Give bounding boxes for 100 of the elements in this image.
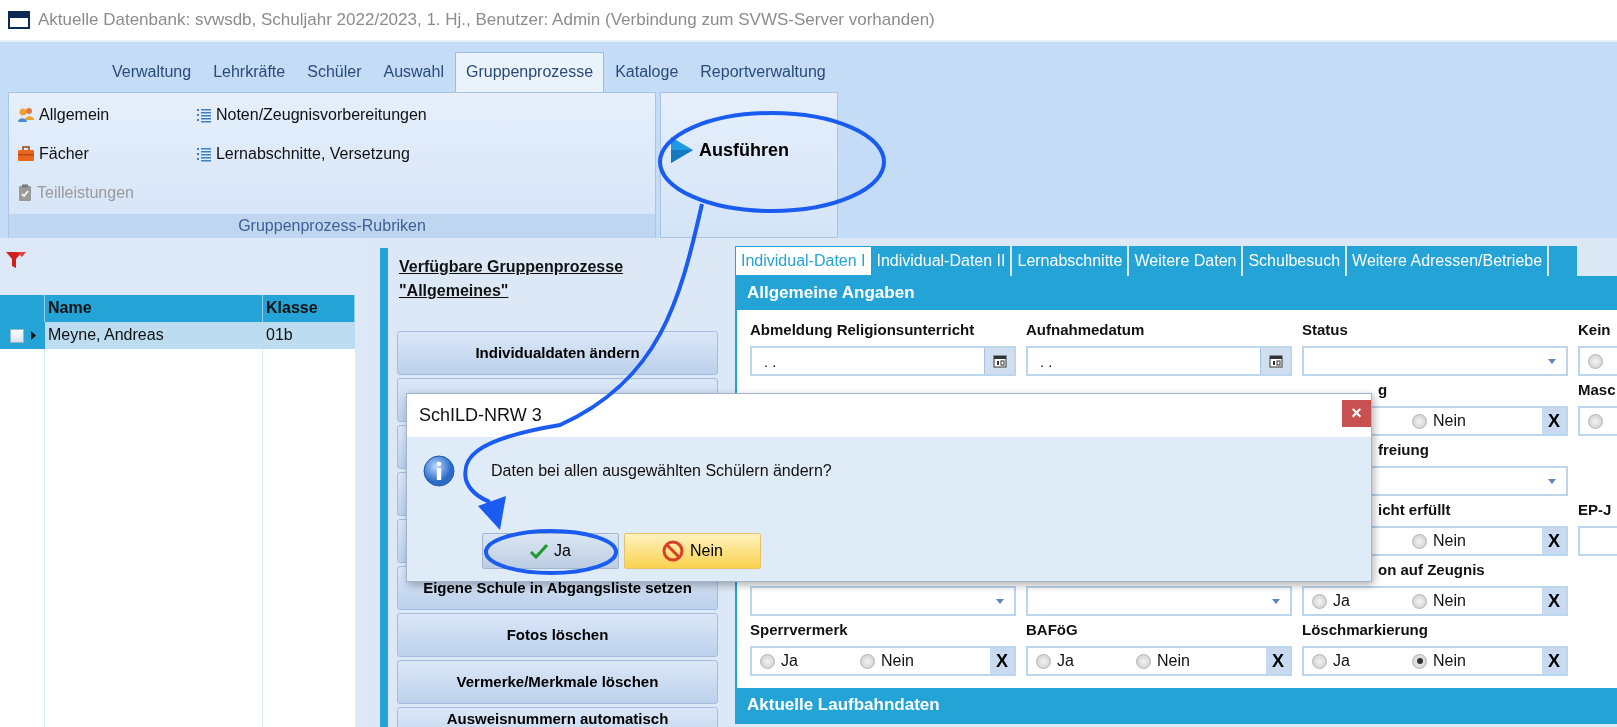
process-button[interactable]: Ausweisnummern automatisch <box>397 707 718 727</box>
column-header[interactable]: Name <box>45 295 263 322</box>
ribbon-tab[interactable]: Gruppenprozesse <box>454 52 605 92</box>
dropdown-field[interactable] <box>1026 586 1292 616</box>
date-field[interactable]: . . <box>750 346 1016 376</box>
column-header <box>0 295 45 322</box>
ribbon-item[interactable]: Noten/Zeugnisvorbereitungen <box>195 95 427 134</box>
radio-button[interactable] <box>1588 413 1603 429</box>
play-icon <box>671 137 693 163</box>
detail-tab[interactable] <box>1549 246 1580 276</box>
radio-button[interactable] <box>860 653 875 669</box>
ribbon-tab[interactable]: Verwaltung <box>101 52 203 92</box>
field-label: icht erfüllt <box>1378 501 1451 518</box>
process-button[interactable]: Fotos löschen <box>397 613 718 657</box>
field-label: EP-J <box>1578 501 1612 518</box>
radio-button[interactable] <box>1312 653 1327 669</box>
calendar-icon <box>992 354 1007 368</box>
section-heading: Verfügbare Gruppenprozesse "Allgemeines" <box>399 257 625 301</box>
dialog-message: Daten bei allen ausgewählten Schülern ändern? <box>491 462 832 480</box>
radio-button[interactable] <box>1412 533 1427 549</box>
close-button[interactable]: × <box>1342 400 1371 427</box>
no-button[interactable]: Nein <box>624 533 761 569</box>
clear-button[interactable]: X <box>1542 648 1566 674</box>
check-icon <box>530 543 549 559</box>
row-pointer-icon <box>31 331 36 340</box>
table-cell: 01b <box>263 322 355 349</box>
calendar-icon <box>1268 354 1283 368</box>
radio-label: Nein <box>1433 532 1466 550</box>
people-icon <box>17 105 35 124</box>
splitter[interactable] <box>380 248 388 727</box>
table-cell: Meyne, Andreas <box>45 322 263 349</box>
radio-label: Nein <box>1433 652 1466 670</box>
calendar-button[interactable] <box>984 348 1014 374</box>
field-label: on auf Zeugnis <box>1378 561 1485 578</box>
radio-button[interactable] <box>760 653 775 669</box>
radio-button[interactable] <box>1412 593 1427 609</box>
radio-button[interactable] <box>1136 653 1151 669</box>
field-label: Abmeldung Religionsunterricht <box>750 321 975 338</box>
radio-button[interactable] <box>1588 353 1603 369</box>
clear-button[interactable]: X <box>1542 528 1566 554</box>
checkbox[interactable] <box>10 328 24 343</box>
column-header[interactable]: Klasse <box>263 295 355 322</box>
radio-label: Ja <box>1333 592 1350 610</box>
radio-label: Ja <box>1057 652 1074 670</box>
section-header: Aktuelle Laufbahndaten <box>737 688 1617 722</box>
clipboard-icon <box>17 183 33 202</box>
caret-icon <box>1548 478 1556 484</box>
field-label: BAFöG <box>1026 621 1078 638</box>
field-label: Status <box>1302 321 1348 338</box>
info-icon <box>423 455 455 487</box>
run-button[interactable]: Ausführen <box>671 137 789 163</box>
field-label: Masc <box>1578 381 1616 398</box>
dropdown-field[interactable] <box>750 586 1016 616</box>
ribbon-tab[interactable]: Lehrkräfte <box>202 52 297 92</box>
clear-button[interactable]: X <box>1542 588 1566 614</box>
radio-label: Nein <box>881 652 914 670</box>
radio-label: Ja <box>781 652 798 670</box>
section-header: Allgemeine Angaben <box>737 276 1617 310</box>
ribbon-item[interactable]: Fächer <box>17 134 134 173</box>
clear-button[interactable]: X <box>1266 648 1290 674</box>
field-label: Löschmarkierung <box>1302 621 1428 638</box>
caret-icon <box>1272 598 1280 604</box>
date-field[interactable]: . . <box>1026 346 1292 376</box>
window-title: Aktuelle Datenbank: svwsdb, Schuljahr 2022/2023, 1. Hj., Benutzer: Admin (Verbindung zum SVWS-Server vorhanden) <box>38 10 935 30</box>
clear-button[interactable]: X <box>1542 408 1566 434</box>
dialog-title: SchILD-NRW 3 <box>419 405 542 426</box>
field-label: Sperrvermerk <box>750 621 848 638</box>
clear-button[interactable]: X <box>990 648 1014 674</box>
calendar-button[interactable] <box>1260 348 1290 374</box>
field-label: Kein <box>1578 321 1611 338</box>
prohibited-icon <box>662 540 685 562</box>
caret-icon <box>1548 358 1556 364</box>
caret-icon <box>996 598 1004 604</box>
list-icon <box>195 106 212 123</box>
ribbon-item[interactable]: Allgemein <box>17 95 134 134</box>
radio-label: Nein <box>1433 592 1466 610</box>
briefcase-icon <box>17 144 35 163</box>
ribbon-tab[interactable]: Schüler <box>296 52 373 92</box>
radio-label: Nein <box>1433 412 1466 430</box>
field-label: g <box>1378 381 1388 398</box>
ribbon-tab[interactable]: Reportverwaltung <box>689 52 837 92</box>
row-selector[interactable] <box>0 322 45 349</box>
radio-button[interactable] <box>1412 653 1427 669</box>
app-icon <box>8 10 30 30</box>
group-caption: Gruppenprozess-Rubriken <box>9 214 655 238</box>
ribbon-tab[interactable]: Kataloge <box>604 52 690 92</box>
radio-button[interactable] <box>1036 653 1051 669</box>
process-button[interactable]: Individualdaten ändern <box>397 331 718 375</box>
radio-label: Ja <box>1333 652 1350 670</box>
radio-button[interactable] <box>1412 413 1427 429</box>
dropdown-field[interactable] <box>1302 346 1568 376</box>
radio-label: Nein <box>1157 652 1190 670</box>
field-label: freiung <box>1378 441 1429 458</box>
process-button[interactable]: Vermerke/Merkmale löschen <box>397 660 718 704</box>
field-label: Aufnahmedatum <box>1026 321 1145 338</box>
filter-icon[interactable] <box>5 250 27 270</box>
radio-button[interactable] <box>1312 593 1327 609</box>
ribbon-item[interactable]: Lernabschnitte, Versetzung <box>195 134 427 173</box>
list-icon <box>195 145 212 162</box>
ribbon-tab[interactable]: Auswahl <box>372 52 455 92</box>
